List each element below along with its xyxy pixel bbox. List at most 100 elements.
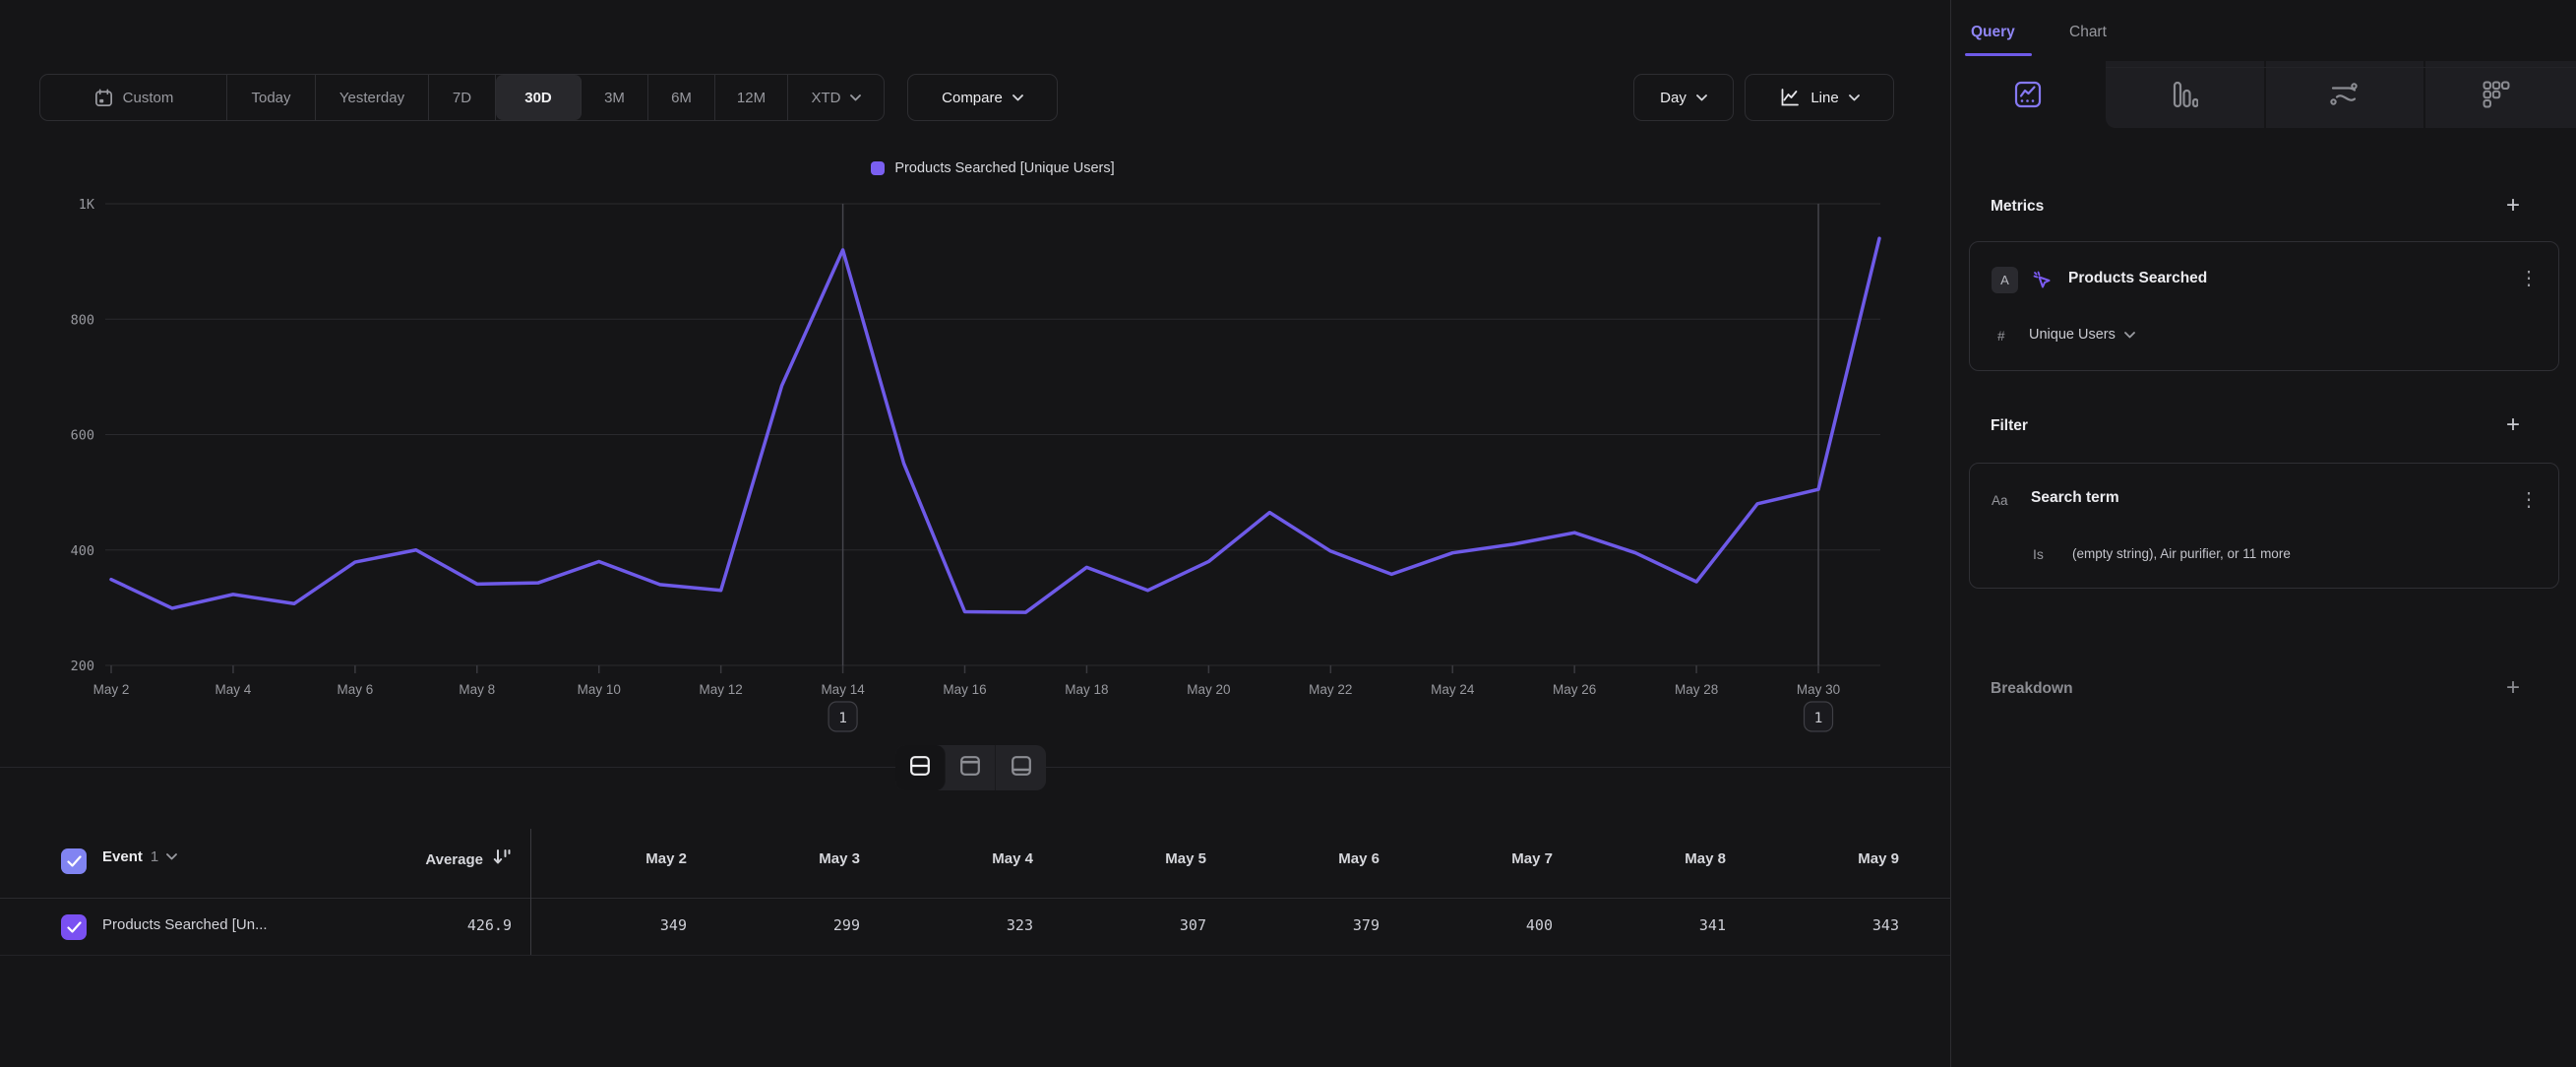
column-header: May 8 <box>1568 850 1726 867</box>
table-header-row: Event 1 Average May 2 May 3 May 4 May 5 … <box>0 825 1950 899</box>
bar-chart-icon <box>2173 81 2198 108</box>
filter-heading: Filter <box>1991 417 2028 435</box>
sort-descending-icon <box>492 848 512 871</box>
active-tab-underline <box>1965 53 2032 56</box>
measure-dropdown[interactable]: Unique Users <box>2029 327 2135 343</box>
cell-value: 307 <box>1049 916 1206 934</box>
analysis-type-tabs <box>1951 61 2576 128</box>
x-axis-label: May 18 <box>1065 682 1108 697</box>
column-header: May 4 <box>876 850 1033 867</box>
chevron-down-icon <box>166 853 177 860</box>
x-axis-label: May 20 <box>1187 682 1230 697</box>
cursor-click-icon <box>2029 267 2055 293</box>
main-chart-panel: Custom Today Yesterday 7D 30D 3M 6M 12M … <box>0 0 1950 1067</box>
series-line <box>111 238 1879 612</box>
average-label: Average <box>425 851 483 868</box>
metric-menu-button[interactable]: ⋮ <box>2519 269 2539 288</box>
x-axis-label: May 22 <box>1309 682 1352 697</box>
average-sort-header[interactable]: Average <box>315 848 512 871</box>
apps-grid-icon <box>2483 81 2510 108</box>
filter-title: Search term <box>2031 489 2119 507</box>
metric-title: Products Searched <box>2068 270 2207 287</box>
event-count: 1 <box>151 848 158 865</box>
cell-value: 343 <box>1742 916 1899 934</box>
cell-value: 379 <box>1222 916 1380 934</box>
metric-card[interactable]: A Products Searched ⋮ # Unique Users <box>1969 241 2559 371</box>
select-all-checkbox[interactable] <box>61 848 87 874</box>
x-axis-label: May 6 <box>337 682 373 697</box>
add-breakdown-button[interactable]: + <box>2501 676 2525 700</box>
x-axis-label: May 12 <box>700 682 743 697</box>
annotation-badge-label: 1 <box>838 711 847 726</box>
chevron-down-icon <box>2124 332 2135 339</box>
x-axis-label: May 24 <box>1431 682 1475 697</box>
x-axis-label: May 2 <box>93 682 130 697</box>
column-header: May 6 <box>1222 850 1380 867</box>
x-axis-label: May 16 <box>943 682 986 697</box>
breakdown-heading: Breakdown <box>1991 680 2073 698</box>
filter-value[interactable]: (empty string), Air purifier, or 11 more <box>2072 546 2291 561</box>
column-header: May 5 <box>1049 850 1206 867</box>
add-filter-button[interactable]: + <box>2501 413 2525 437</box>
tab-query[interactable]: Query <box>1971 24 2015 41</box>
tab-chart[interactable]: Chart <box>2069 24 2107 41</box>
filter-menu-button[interactable]: ⋮ <box>2519 490 2539 510</box>
add-metric-button[interactable]: + <box>2501 194 2525 218</box>
x-axis-label: May 10 <box>578 682 621 697</box>
flow-tab[interactable] <box>2329 82 2359 107</box>
series-letter-badge: A <box>1992 267 2018 293</box>
cell-value: 323 <box>876 916 1033 934</box>
y-axis-label: 1K <box>79 197 95 213</box>
tab-divider <box>2264 61 2266 128</box>
x-axis-label: May 4 <box>215 682 252 697</box>
table-row: Products Searched [Un... 426.9 349 299 3… <box>0 899 1950 956</box>
insights-tab[interactable] <box>2014 81 2042 108</box>
measure-label: Unique Users <box>2029 327 2116 343</box>
column-header: May 2 <box>529 850 687 867</box>
y-axis-label: 200 <box>71 659 94 674</box>
check-icon <box>67 921 82 933</box>
cell-value: 400 <box>1395 916 1553 934</box>
x-axis-label: May 26 <box>1553 682 1596 697</box>
column-header: May 7 <box>1395 850 1553 867</box>
event-label: Event <box>102 848 143 865</box>
more-analyses-tab[interactable] <box>2483 81 2510 108</box>
cell-value: 341 <box>1568 916 1726 934</box>
average-value: 426.9 <box>354 916 512 934</box>
flow-icon <box>2329 82 2359 107</box>
layout-toggle <box>895 745 1046 790</box>
column-header: May 9 <box>1742 850 1899 867</box>
y-axis-label: 800 <box>71 312 94 328</box>
query-sidebar: Query Chart <box>1950 0 2576 1067</box>
x-axis-label: May 14 <box>821 682 865 697</box>
cell-value: 349 <box>529 916 687 934</box>
analytics-app: Custom Today Yesterday 7D 30D 3M 6M 12M … <box>0 0 2576 1067</box>
insights-icon <box>2014 81 2042 108</box>
filter-card[interactable]: Aa Search term ⋮ Is (empty string), Air … <box>1969 463 2559 589</box>
event-dropdown[interactable]: Event 1 <box>102 848 177 865</box>
annotation-badge-label: 1 <box>1814 711 1823 726</box>
line-chart[interactable]: 1K 800 600 400 200 May 2 May 4 May 6 May 8 May 10… <box>0 0 1950 748</box>
x-axis-label: May 28 <box>1675 682 1718 697</box>
strip-bottom-border <box>2106 67 2576 68</box>
layout-chart-collapsed-button[interactable] <box>996 745 1046 790</box>
funnel-tab[interactable] <box>2173 81 2198 108</box>
layout-table-collapsed-button[interactable] <box>946 745 996 790</box>
x-axis-label: May 8 <box>459 682 495 697</box>
series-checkbox[interactable] <box>61 914 87 940</box>
filter-operator: Is <box>2033 546 2044 562</box>
series-label: Products Searched [Un... <box>102 916 268 933</box>
property-type-badge: Aa <box>1992 493 2008 508</box>
x-axis-label: May 30 <box>1797 682 1840 697</box>
layout-table-collapsed-icon <box>959 755 981 782</box>
metrics-heading: Metrics <box>1991 198 2044 216</box>
check-icon <box>67 855 82 867</box>
y-axis-label: 600 <box>71 428 94 444</box>
tab-divider <box>2423 61 2425 128</box>
layout-split-icon <box>909 755 931 782</box>
y-axis-label: 400 <box>71 543 94 559</box>
measure-symbol: # <box>1997 329 2005 344</box>
layout-split-button[interactable] <box>895 745 946 790</box>
column-header: May 3 <box>703 850 860 867</box>
layout-chart-collapsed-icon <box>1011 755 1032 782</box>
